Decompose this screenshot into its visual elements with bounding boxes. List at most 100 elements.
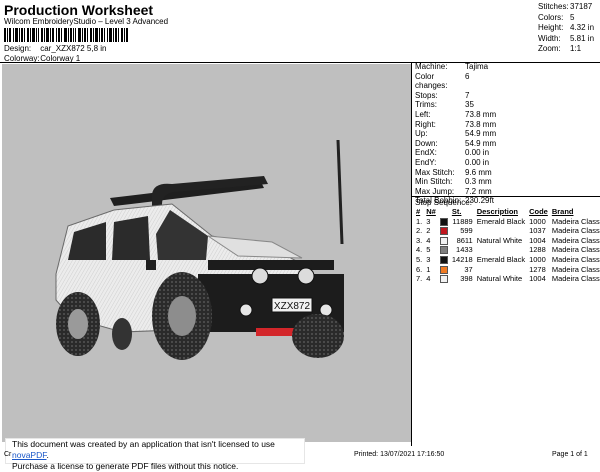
machine-row: Color changes: 6 (415, 72, 496, 91)
stats-label: Width: (538, 33, 561, 43)
cell-code: 1004 (529, 274, 546, 284)
machine-row: Left: 73.8 mm (415, 110, 496, 120)
cell-desc (475, 245, 527, 255)
design-label: Design: (4, 44, 32, 53)
stats-row: Width: 5.81 in (538, 34, 594, 45)
cell-desc: Emerald Black (476, 216, 526, 226)
machine-value: 0.00 in (465, 148, 490, 158)
footer-cr: Cr (4, 451, 12, 458)
barcode (4, 28, 128, 42)
novapdf-link[interactable]: novaPDF (12, 450, 47, 460)
cell-st: 398 (460, 274, 473, 284)
design-row: Design: car_XZX872 5,8 in (4, 44, 107, 53)
machine-row: Down: 54.9 mm (415, 139, 496, 149)
machine-value: 54.9 mm (465, 138, 497, 148)
machine-label: Color changes: (415, 71, 448, 91)
stats-value: 5.81 in (570, 33, 595, 43)
stats-row: Stitches: 37187 (538, 2, 594, 13)
table-row: 1.3 11889Emerald Black1000 Madeira Classic… (414, 217, 600, 227)
col-header (438, 207, 450, 217)
machine-value: 54.9 mm (465, 129, 497, 139)
machine-row: EndX: 0.00 in (415, 148, 496, 158)
stats-value: 37187 (570, 2, 593, 11)
color-swatch (439, 227, 448, 236)
panel-divider (411, 63, 412, 446)
stats-row: Height: 4.32 in (538, 23, 594, 34)
stats-value: 1:1 (570, 44, 582, 53)
cell-n: 3 (426, 254, 431, 264)
table-row: 6.1 37 1278 Madeira Classic 40 (414, 265, 600, 275)
notice-line-2: Purchase a license to generate PDF files… (12, 461, 239, 471)
license-plate-text: XZX872 (274, 301, 311, 312)
machine-value: 35 (465, 100, 474, 110)
machine-value: 0.3 mm (465, 177, 492, 187)
stats-label: Stitches: (538, 2, 569, 11)
cell-brand: Madeira Classic 40 (551, 254, 600, 264)
notice-punct: . (46, 450, 49, 460)
cell-num: 6. (416, 264, 423, 274)
cell-st: 1433 (456, 245, 473, 255)
color-swatch-cell (438, 274, 450, 284)
cell-st: 8611 (456, 235, 473, 245)
cell-code: 1000 (529, 216, 546, 226)
machine-label: Max Jump: (415, 186, 455, 196)
col-header: N# (426, 207, 436, 216)
cell-st: 14218 (451, 254, 473, 264)
machine-label: Machine: (415, 62, 448, 71)
color-swatch-cell (438, 226, 450, 236)
machine-label: EndX: (415, 148, 437, 158)
machine-info: Machine: Tajima Color changes: 6 Stops: 7 T… (415, 62, 496, 206)
page-number: Page 1 of 1 (552, 451, 588, 458)
machine-label: Down: (415, 138, 438, 148)
machine-label: EndY: (415, 157, 437, 167)
machine-row: Up: 54.9 mm (415, 129, 496, 139)
col-header: Code (529, 207, 548, 216)
stats-label: Height: (538, 23, 564, 32)
cell-brand: Madeira Classic 40 (551, 216, 600, 226)
cell-desc: Natural White (476, 274, 523, 284)
embroidered-truck-image: XZX872 (55, 139, 344, 360)
table-row: 3.4 8611Natural White 1004 Madeira Classic … (414, 236, 600, 246)
table-row: 4.5 1433 1288 Madeira Classic 40 (414, 245, 600, 255)
cell-desc (475, 265, 527, 275)
cell-brand: Madeira Classic 40 (551, 274, 600, 284)
cell-num: 4. (416, 245, 423, 255)
machine-row: Stops: 7 (415, 91, 496, 101)
machine-value: 7.2 mm (465, 186, 492, 196)
col-header: # (416, 207, 421, 216)
color-swatch (439, 236, 448, 245)
stats-label: Colors: (538, 12, 564, 22)
machine-value: 73.8 mm (465, 119, 497, 129)
design-preview: XZX872 (2, 64, 411, 442)
stats-panel: Stitches: 37187 Colors: 5 Height: 4.32 in W… (538, 2, 594, 55)
color-swatch-cell (438, 236, 450, 246)
color-swatch (439, 246, 448, 255)
machine-label: Trims: (415, 100, 437, 110)
cell-st: 11889 (452, 216, 473, 226)
cell-n: 4 (426, 274, 431, 284)
cell-n: 3 (426, 216, 431, 226)
stop-divider (412, 196, 600, 197)
cell-num: 3. (416, 235, 423, 245)
machine-label: Stops: (415, 90, 438, 100)
table-row: 5.3 14218Emerald Black1000 Madeira Classic… (414, 255, 600, 265)
cell-n: 2 (426, 226, 431, 236)
machine-value: 6 (465, 71, 470, 81)
notice-text: This document was created by an applicat… (12, 439, 275, 449)
stats-value: 5 (570, 12, 575, 22)
cell-desc (475, 226, 527, 236)
machine-row: EndY: 0.00 in (415, 158, 496, 168)
cell-brand: Madeira Classic 40 (551, 245, 600, 255)
printed-timestamp: Printed: 13/07/2021 17:16:50 (354, 451, 445, 458)
color-swatch-cell (438, 255, 450, 265)
machine-row: Max Jump: 7.2 mm (415, 187, 496, 197)
color-swatch (439, 217, 448, 226)
design-value: car_XZX872 5,8 in (40, 44, 107, 53)
machine-value: Tajima (465, 62, 489, 71)
machine-value: 9.6 mm (465, 167, 492, 177)
machine-value: 73.8 mm (465, 109, 497, 119)
cell-num: 2. (416, 226, 423, 236)
col-header: Description (476, 207, 518, 216)
cell-brand: Madeira Classic 40 (551, 264, 600, 274)
notice-line-1: This document was created by an applicat… (12, 439, 304, 461)
